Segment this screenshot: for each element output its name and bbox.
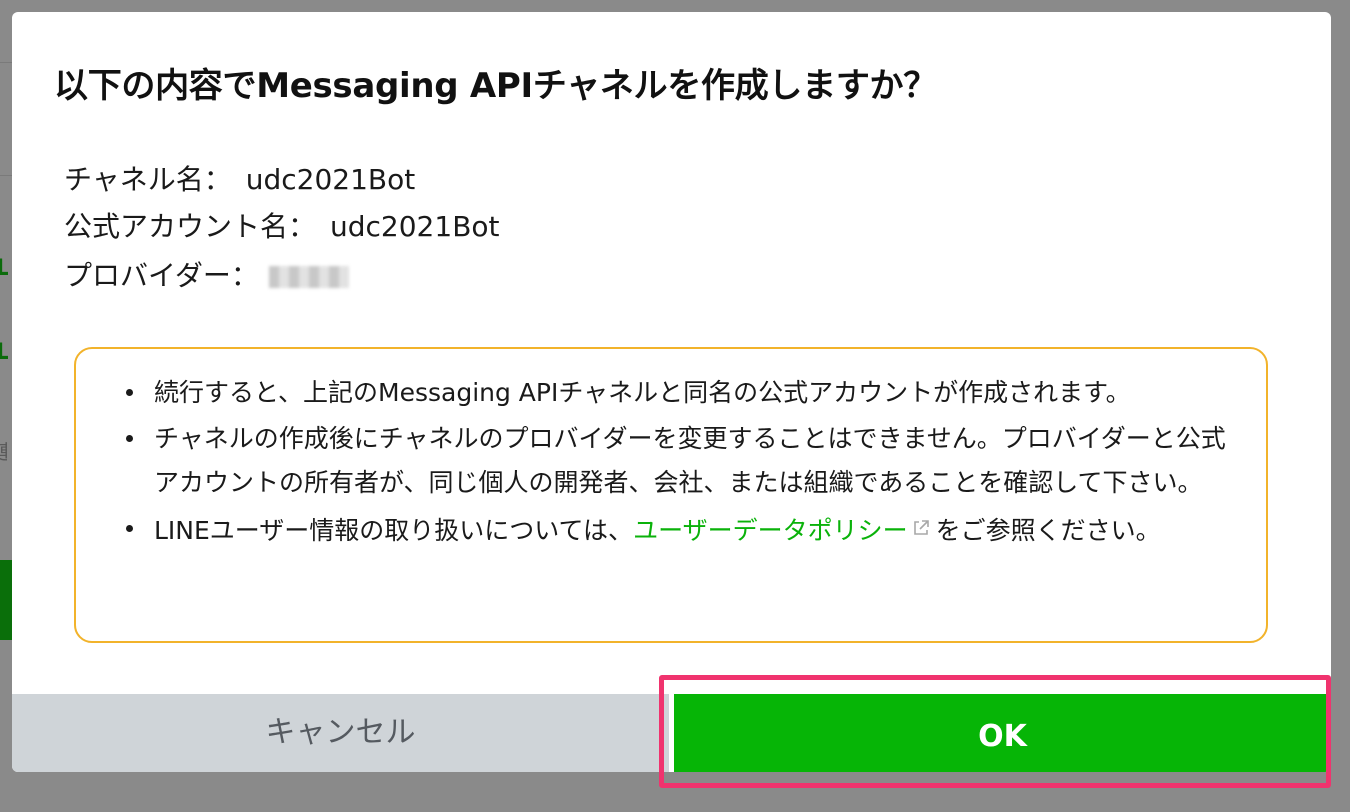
notice-item: チャネルの作成後にチャネルのプロバイダーを変更することはできません。プロバイダー… bbox=[118, 417, 1228, 505]
notice-item-text: 続行すると、上記のMessaging APIチャネルと同名の公式アカウントが作成… bbox=[154, 378, 1131, 407]
external-link-icon bbox=[912, 507, 930, 535]
create-channel-dialog: 以下の内容でMessaging APIチャネルを作成しますか？ チャネル名： ud… bbox=[12, 12, 1331, 772]
background-button-fragment bbox=[0, 560, 12, 640]
channel-name-row: チャネル名： udc2021Bot bbox=[64, 158, 415, 198]
channel-name-label: チャネル名： bbox=[64, 163, 232, 196]
notice-item-text: チャネルの作成後にチャネルのプロバイダーを変更することはできません。プロバイダー… bbox=[154, 424, 1226, 497]
provider-row: プロバイダー： bbox=[64, 254, 349, 294]
account-name-label: 公式アカウント名： bbox=[64, 210, 317, 243]
bullet-icon bbox=[126, 435, 133, 442]
notice-box: 続行すると、上記のMessaging APIチャネルと同名の公式アカウントが作成… bbox=[74, 347, 1268, 643]
account-name-row: 公式アカウント名： udc2021Bot bbox=[64, 205, 500, 245]
background-text-fragment: 連 bbox=[0, 436, 7, 465]
dialog-title: 以下の内容でMessaging APIチャネルを作成しますか？ bbox=[54, 66, 937, 106]
notice-item-text: LINEユーザー情報の取り扱いについては、 bbox=[154, 516, 634, 545]
provider-value-redacted bbox=[268, 266, 349, 288]
bullet-icon bbox=[126, 525, 133, 532]
provider-label: プロバイダー： bbox=[64, 259, 259, 292]
notice-item: 続行すると、上記のMessaging APIチャネルと同名の公式アカウントが作成… bbox=[118, 371, 1228, 415]
notice-item: LINEユーザー情報の取り扱いについては、ユーザーデータポリシー をご参照ください… bbox=[118, 507, 1228, 553]
background-text-fragment: LI bbox=[0, 340, 8, 365]
account-name-value: udc2021Bot bbox=[330, 210, 500, 243]
notice-list: 続行すると、上記のMessaging APIチャネルと同名の公式アカウントが作成… bbox=[118, 371, 1228, 555]
cancel-button[interactable]: キャンセル bbox=[12, 694, 669, 772]
user-data-policy-link[interactable]: ユーザーデータポリシー bbox=[633, 516, 908, 545]
bullet-icon bbox=[126, 389, 133, 396]
ok-button[interactable]: OK bbox=[674, 694, 1331, 772]
notice-item-text: をご参照ください。 bbox=[935, 516, 1161, 545]
background-text-fragment: LI bbox=[0, 256, 8, 281]
channel-name-value: udc2021Bot bbox=[245, 163, 416, 196]
